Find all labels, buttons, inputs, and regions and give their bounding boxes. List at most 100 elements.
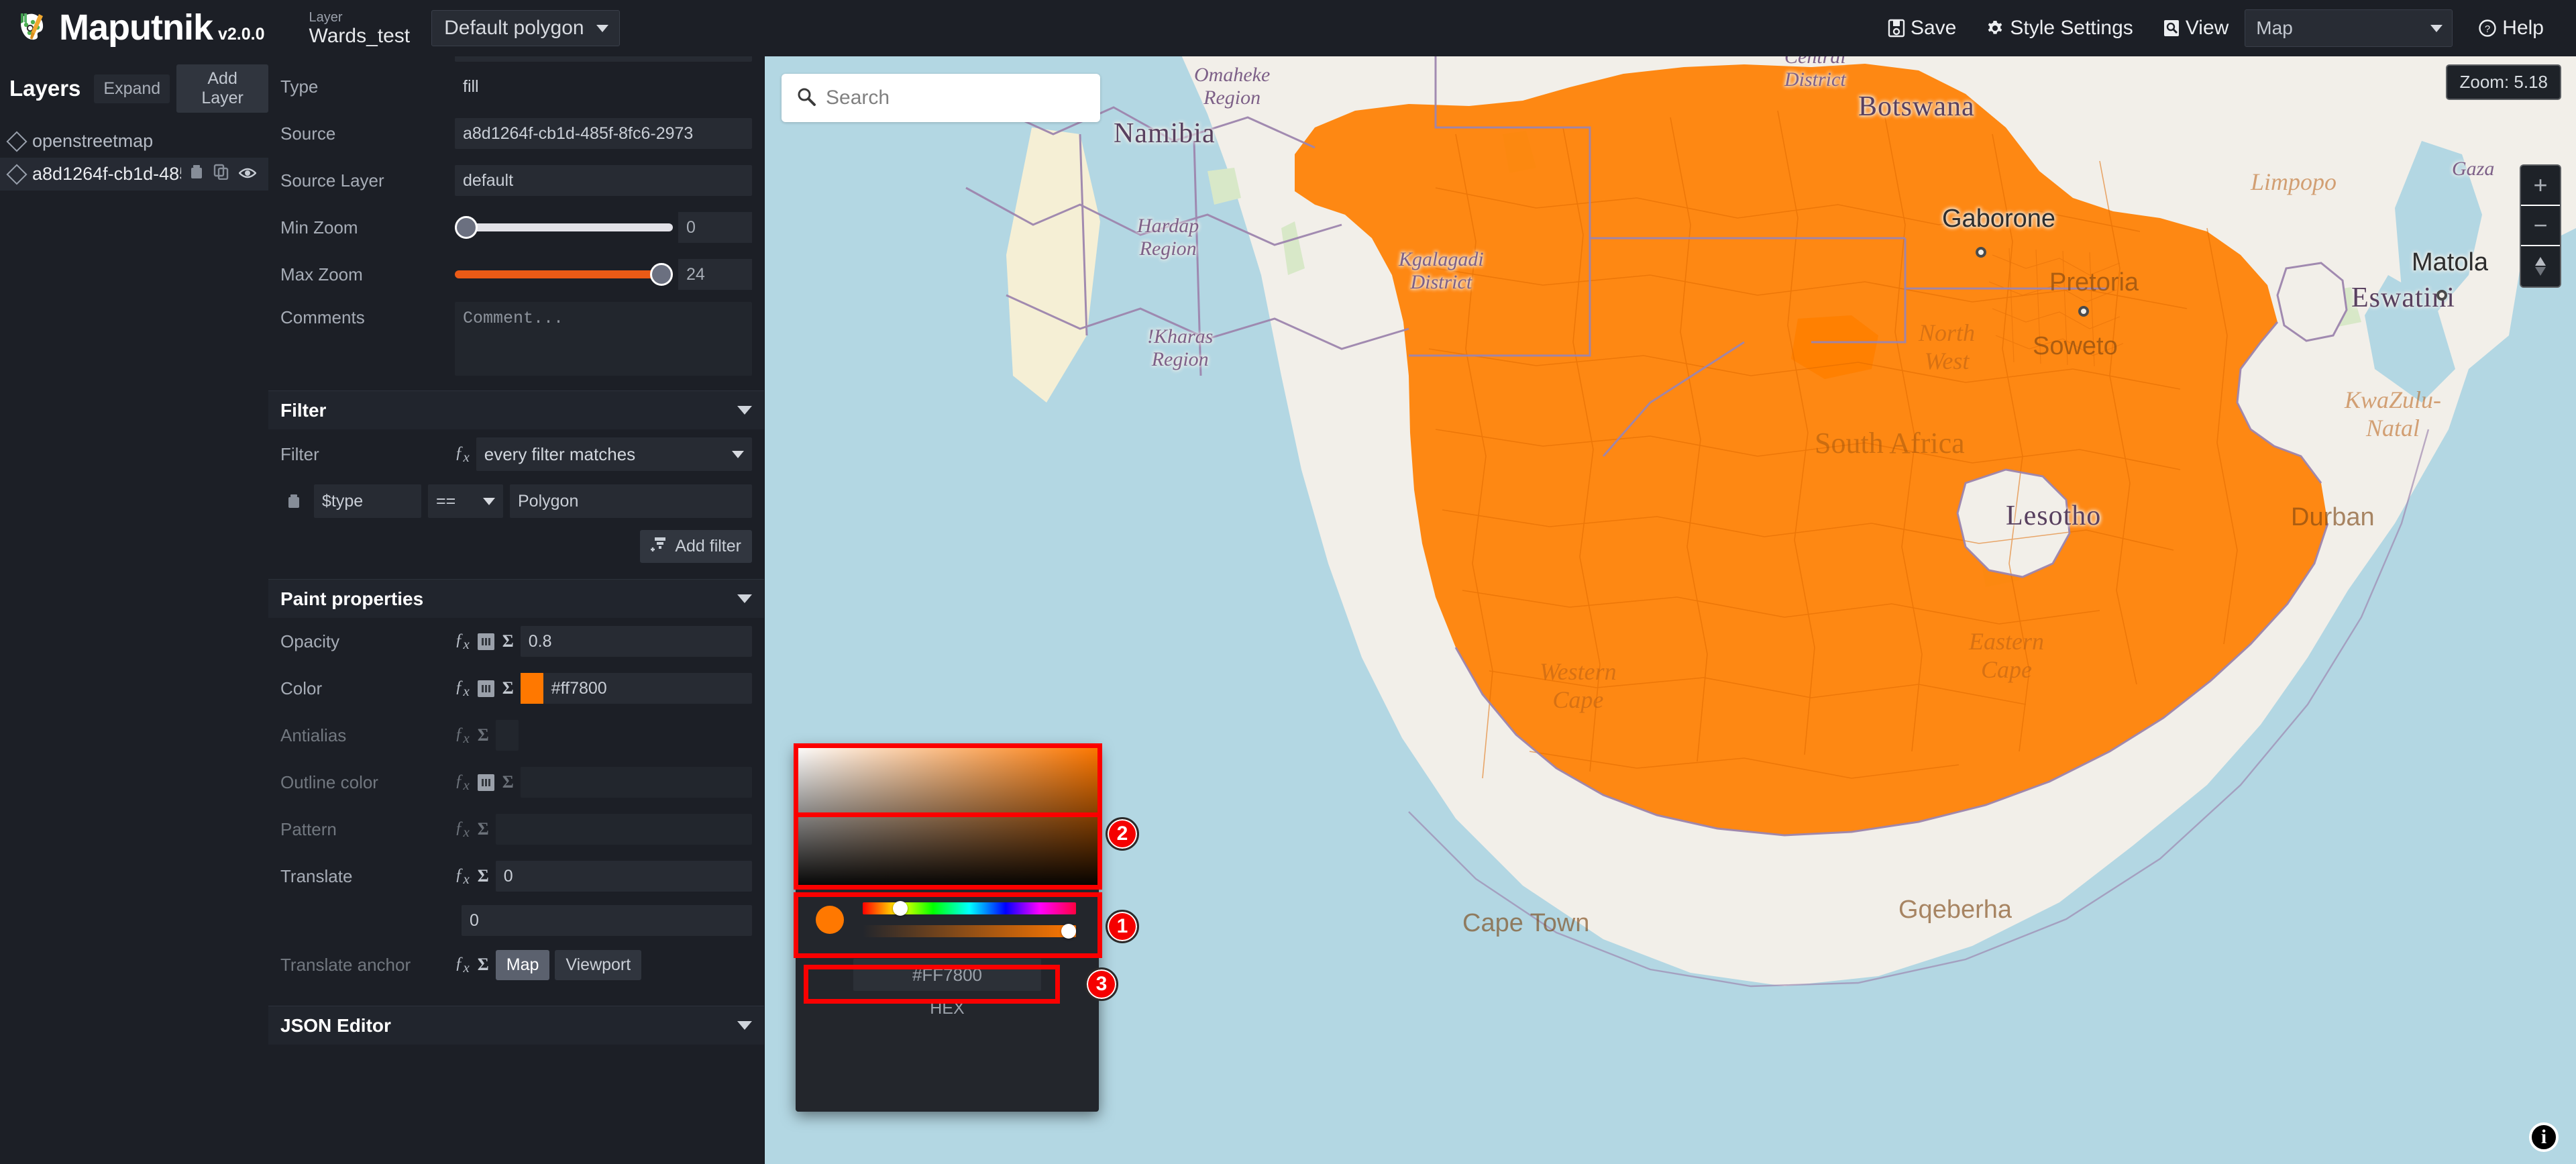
- layer-list-item-selected[interactable]: a8d1264f-cb1d-485f-: [0, 158, 268, 191]
- chart-icon[interactable]: [477, 633, 494, 650]
- antialias-checkbox[interactable]: [495, 720, 519, 751]
- compass-icon[interactable]: [2521, 246, 2560, 286]
- color-swatch-button[interactable]: [520, 673, 543, 704]
- save-button[interactable]: Save: [1873, 8, 1971, 48]
- max-zoom-value[interactable]: 24: [678, 259, 752, 290]
- filter-section-header[interactable]: Filter: [268, 390, 764, 429]
- filter-operator-dropdown[interactable]: ==: [428, 484, 503, 518]
- source-label: Source: [280, 123, 336, 144]
- paint-row-translate-anchor: Translate anchor ƒx Σ Map Viewport: [268, 941, 764, 988]
- add-layer-button[interactable]: Add Layer: [176, 64, 268, 113]
- filter-match-dropdown[interactable]: every filter matches: [476, 437, 752, 471]
- min-zoom-value[interactable]: 0: [678, 212, 752, 243]
- layer-item-label: a8d1264f-cb1d-485f-: [32, 164, 181, 184]
- filter-value-input[interactable]: Polygon: [510, 484, 752, 518]
- sigma-icon[interactable]: Σ: [478, 725, 489, 745]
- layer-item-actions: [189, 164, 262, 184]
- trash-icon[interactable]: [280, 493, 307, 509]
- map-search-box[interactable]: Search: [782, 74, 1100, 122]
- hue-slider-knob[interactable]: [892, 901, 908, 916]
- layer-list-item-openstreetmap[interactable]: openstreetmap: [0, 125, 268, 158]
- fx-icon[interactable]: ƒx: [455, 818, 470, 841]
- pattern-input[interactable]: [495, 814, 752, 845]
- expand-layers-button[interactable]: Expand: [94, 74, 170, 103]
- translate-anchor-option-map[interactable]: Map: [495, 949, 550, 980]
- hue-slider[interactable]: [863, 901, 1076, 916]
- inspect-icon: [2163, 19, 2180, 38]
- eye-icon[interactable]: [238, 164, 257, 184]
- slider-knob[interactable]: [650, 263, 673, 286]
- chart-icon[interactable]: [477, 774, 494, 791]
- sigma-icon[interactable]: Σ: [478, 955, 489, 975]
- translate-x-input[interactable]: 0: [495, 861, 752, 892]
- zoom-in-button[interactable]: +: [2521, 166, 2560, 206]
- sigma-icon[interactable]: Σ: [502, 631, 514, 651]
- property-row-type: Type fill: [268, 63, 764, 110]
- view-button[interactable]: View: [2148, 8, 2243, 48]
- diamond-icon: [6, 163, 28, 185]
- paint-row-outline-color: Outline color ƒx Σ: [268, 759, 764, 806]
- hex-label: HEX: [930, 999, 965, 1018]
- style-preset-dropdown[interactable]: Default polygon: [431, 10, 620, 46]
- paint-row-color: Color ƒx Σ #ff7800: [268, 665, 764, 712]
- property-row-min-zoom: Min Zoom 0: [268, 204, 764, 251]
- add-filter-button[interactable]: Add filter: [640, 530, 752, 563]
- translate-anchor-fx-group: ƒx Σ: [455, 954, 489, 976]
- fx-icon[interactable]: ƒx: [455, 954, 470, 976]
- source-layer-input[interactable]: default: [455, 165, 752, 196]
- filter-match-value: every filter matches: [484, 443, 636, 464]
- chart-icon[interactable]: [477, 680, 494, 697]
- comments-textarea[interactable]: Comment...: [455, 302, 752, 376]
- outline-color-input[interactable]: [520, 767, 752, 798]
- translate-anchor-option-viewport[interactable]: Viewport: [555, 949, 642, 980]
- fx-icon[interactable]: ƒx: [455, 772, 470, 794]
- map-zoom-controls: + −: [2520, 164, 2561, 288]
- paint-section-header[interactable]: Paint properties: [268, 579, 764, 618]
- help-button[interactable]: ? Help: [2463, 8, 2559, 48]
- translate-anchor-toggle: Map Viewport: [495, 949, 642, 980]
- filter-key-input[interactable]: $type: [314, 484, 421, 518]
- saturation-value-area[interactable]: [796, 746, 1099, 889]
- source-input[interactable]: a8d1264f-cb1d-485f-8fc6-2973: [455, 118, 752, 149]
- filter-mode-row: Filter ƒx every filter matches: [268, 429, 764, 479]
- slider-track: [455, 270, 673, 278]
- sigma-icon[interactable]: Σ: [502, 772, 514, 792]
- min-zoom-slider[interactable]: [455, 212, 673, 243]
- sigma-icon[interactable]: Σ: [502, 678, 514, 698]
- layer-properties-panel: ID a8d1264f-cb1d-485f-8fc6-2973 Type fil…: [268, 40, 765, 1164]
- json-editor-section-header[interactable]: JSON Editor: [268, 1006, 764, 1045]
- fx-icon[interactable]: ƒx: [455, 865, 470, 888]
- translate-y-input[interactable]: 0: [462, 905, 752, 936]
- hex-input-field[interactable]: #FF7800: [853, 959, 1041, 991]
- chevron-down-icon[interactable]: [737, 594, 752, 603]
- alpha-slider-knob[interactable]: [1061, 924, 1076, 939]
- annotation-badge-1: 1: [1106, 910, 1139, 943]
- add-filter-label: Add filter: [675, 537, 741, 555]
- trash-icon[interactable]: [189, 164, 204, 184]
- style-settings-button[interactable]: Style Settings: [1971, 8, 2147, 48]
- slider-knob[interactable]: [455, 216, 478, 239]
- fx-icon[interactable]: ƒx: [455, 631, 470, 653]
- color-preview-swatch: [816, 906, 844, 934]
- layers-title: Layers: [9, 76, 81, 101]
- fx-icon[interactable]: ƒx: [455, 725, 470, 747]
- city-dot-gaborone: [1976, 247, 1986, 258]
- opacity-input[interactable]: 0.8: [520, 626, 752, 657]
- add-filter-icon: [651, 536, 668, 557]
- color-picker-popup[interactable]: #FF7800 HEX: [796, 746, 1099, 1112]
- view-mode-dropdown[interactable]: Map: [2245, 9, 2453, 47]
- chevron-down-icon[interactable]: [737, 406, 752, 415]
- alpha-slider[interactable]: [863, 924, 1076, 939]
- fx-icon[interactable]: ƒx: [455, 678, 470, 700]
- top-toolbar: Maputnik v2.0.0 Layer Wards_test Default …: [0, 0, 2576, 56]
- sigma-icon[interactable]: Σ: [478, 819, 489, 839]
- chevron-down-icon[interactable]: [737, 1021, 752, 1030]
- zoom-out-button[interactable]: −: [2521, 206, 2560, 246]
- fx-icon[interactable]: ƒx: [455, 443, 470, 466]
- max-zoom-slider[interactable]: [455, 259, 673, 290]
- copy-icon[interactable]: [213, 164, 229, 184]
- property-row-source: Source a8d1264f-cb1d-485f-8fc6-2973: [268, 110, 764, 157]
- sigma-icon[interactable]: Σ: [478, 866, 489, 886]
- map-info-button[interactable]: i: [2529, 1122, 2559, 1152]
- color-hex-input[interactable]: #ff7800: [543, 673, 752, 704]
